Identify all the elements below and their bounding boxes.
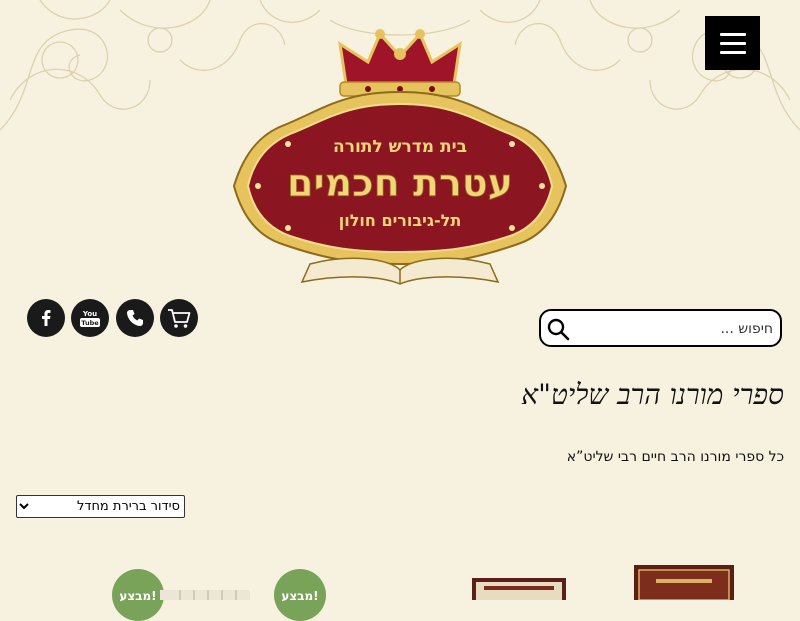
sale-badge: מבצע!: [112, 569, 164, 621]
menu-bar: [719, 50, 746, 54]
product-image[interactable]: [470, 576, 568, 600]
menu-bar: [719, 32, 746, 36]
cart-icon: [168, 309, 191, 328]
product-image[interactable]: [160, 586, 250, 600]
youtube-link[interactable]: You Tube: [71, 299, 109, 337]
phone-link[interactable]: [116, 299, 154, 337]
cart-link[interactable]: [160, 299, 198, 337]
youtube-icon: You Tube: [80, 310, 100, 327]
logo-line3: תל-גיבורים חולון: [339, 211, 462, 230]
search-box: [539, 309, 782, 347]
page-title: ספרי מורנו הרב שליט"א: [521, 378, 784, 411]
sort-select[interactable]: סידור ברירת מחדל: [16, 495, 185, 518]
menu-button[interactable]: [705, 16, 760, 70]
facebook-link[interactable]: [27, 299, 65, 337]
svg-text:Tube: Tube: [81, 319, 99, 327]
logo-line2: עטרת חכמים: [287, 161, 513, 205]
facebook-icon: [42, 310, 51, 326]
page-description: כל ספרי מורנו הרב חיים רבי שליט”א: [566, 449, 784, 465]
search-input[interactable]: [575, 317, 775, 341]
menu-bar: [719, 41, 746, 45]
logo-line1: בית מדרש לתורה: [333, 137, 467, 157]
sale-badge: מבצע!: [274, 569, 326, 621]
svg-text:You: You: [82, 310, 97, 318]
product-image[interactable]: [632, 563, 736, 600]
search-icon[interactable]: [546, 317, 570, 341]
crown-icon: [338, 29, 462, 97]
phone-icon: [127, 310, 143, 326]
site-logo[interactable]: בית מדרש לתורה עטרת חכמים תל-גיבורים חול…: [228, 26, 572, 286]
